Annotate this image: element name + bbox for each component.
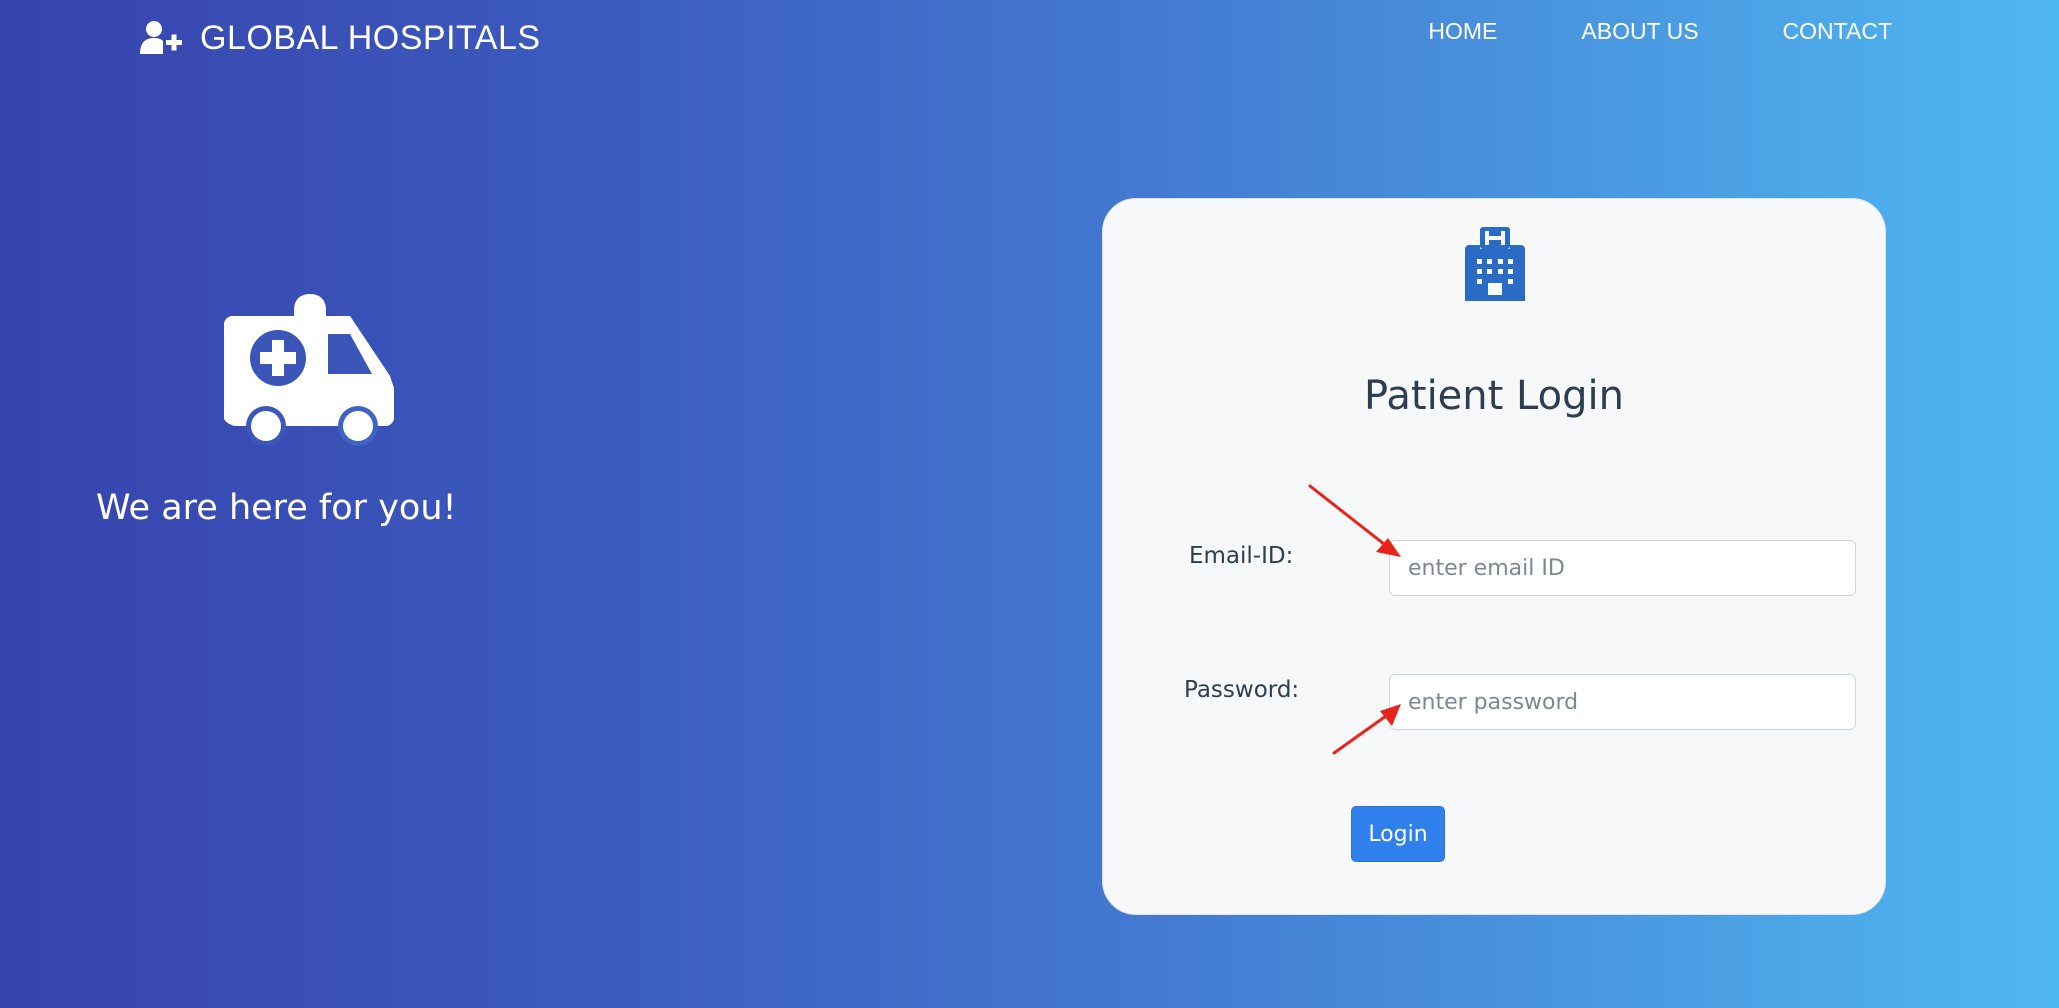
password-label: Password:	[1184, 677, 1300, 703]
login-title: Patient Login	[1364, 373, 1624, 419]
password-field[interactable]	[1389, 674, 1856, 730]
brand[interactable]: GLOBAL HOSPITALS	[140, 16, 541, 60]
nav-link-home[interactable]: HOME	[1428, 14, 1497, 48]
email-label: Email-ID:	[1189, 543, 1294, 569]
login-button[interactable]: Login	[1351, 806, 1445, 862]
hospital-icon	[1465, 227, 1525, 301]
user-plus-icon	[140, 20, 184, 56]
email-field[interactable]	[1389, 540, 1856, 596]
nav-link-contact[interactable]: CONTACT	[1783, 14, 1892, 48]
login-card: Patient Login Email-ID: Password: Login	[1102, 198, 1886, 915]
nav-link-about-us[interactable]: ABOUT US	[1581, 14, 1698, 48]
main-nav: HOME ABOUT US CONTACT	[1344, 14, 1892, 48]
ambulance-icon	[222, 280, 398, 448]
brand-name: GLOBAL HOSPITALS	[200, 18, 541, 57]
hero-tagline: We are here for you!	[96, 488, 457, 528]
